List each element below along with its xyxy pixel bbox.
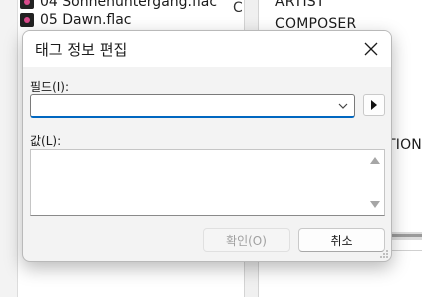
value-textarea[interactable] [31,150,366,215]
field-combobox[interactable] [30,94,355,118]
value-textarea-box[interactable] [30,149,385,216]
track-label: 05 Dawn.flac [40,12,132,28]
triangle-right-icon [371,100,377,110]
chevron-down-icon[interactable] [336,99,350,113]
column-fragment: C [233,0,243,16]
tag-field-item[interactable]: TION [387,137,422,153]
track-list-gutter [0,0,18,297]
tag-field-item[interactable]: ARTIST [275,0,325,10]
close-button[interactable] [355,33,387,65]
vertical-scrollbar[interactable] [366,150,384,215]
dialog-title: 태그 정보 편집 [35,41,128,59]
track-label: 04 Sonnenuntergang.flac [40,0,218,10]
dialog-titlebar[interactable]: 태그 정보 편집 [23,31,391,67]
field-input[interactable] [37,96,327,116]
field-label: 필드(I): [30,80,70,94]
audio-file-icon [20,0,34,9]
scroll-up-icon[interactable] [370,156,380,164]
edit-tag-dialog: 태그 정보 편집 필드(I): 값(L): 확인(O) 취소 [22,30,392,262]
audio-file-icon [20,13,34,27]
scroll-down-icon[interactable] [370,201,380,209]
ok-button[interactable]: 확인(O) [203,228,290,252]
track-list-item[interactable]: 05 Dawn.flac [18,10,244,30]
resize-grip-icon[interactable] [379,249,389,259]
field-arrow-button[interactable] [363,94,385,116]
value-label: 값(L): [30,134,62,148]
cancel-button[interactable]: 취소 [298,228,385,252]
close-icon [364,42,378,56]
